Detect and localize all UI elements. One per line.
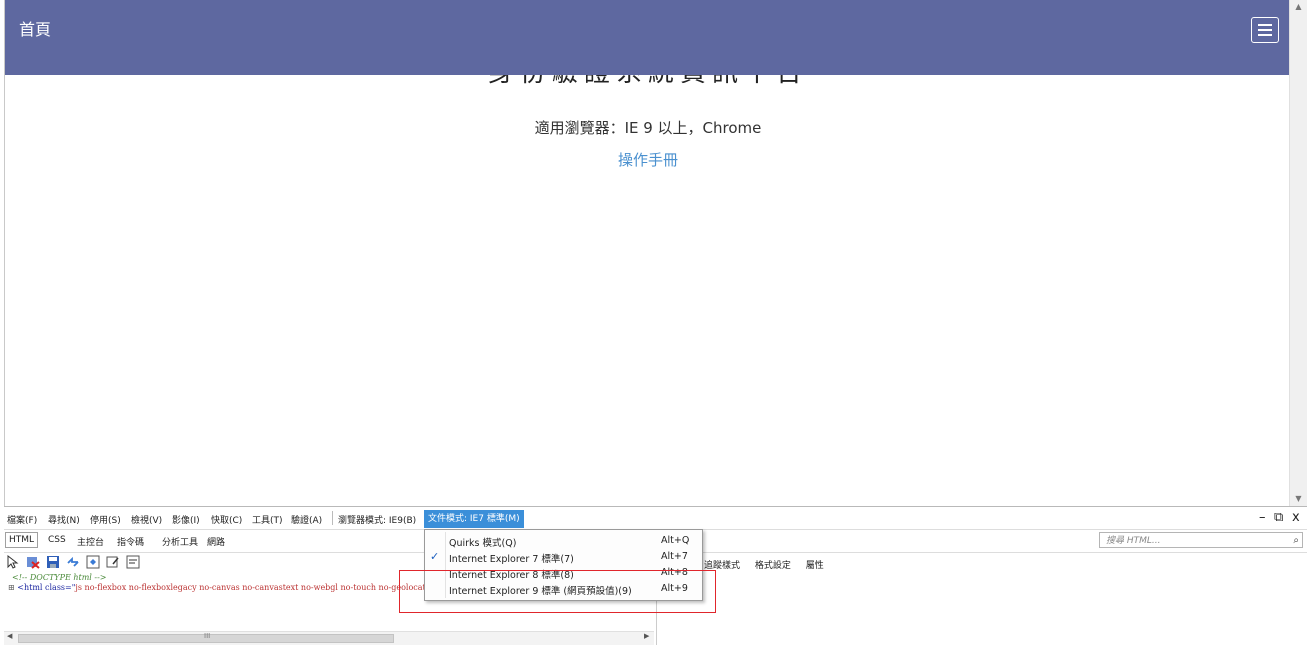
menu-separator: [332, 511, 333, 525]
hamburger-icon[interactable]: [1251, 17, 1279, 43]
menu-validate[interactable]: 驗證(A): [291, 513, 322, 526]
navbar-brand[interactable]: 首頁: [19, 16, 51, 40]
annotation-highlight-box: [399, 570, 716, 613]
supported-browsers-text: 適用瀏覽器：IE 9 以上，Chrome: [534, 119, 762, 137]
scroll-down-arrow-icon[interactable]: ▼: [1290, 492, 1307, 506]
menu-disable[interactable]: 停用(S): [90, 513, 121, 526]
tab-profiler[interactable]: 分析工具: [162, 535, 198, 548]
tab-attributes[interactable]: 屬性: [806, 561, 824, 571]
select-element-icon[interactable]: [6, 555, 20, 569]
save-icon[interactable]: [46, 555, 60, 569]
scroll-grip-icon: III: [204, 632, 211, 640]
devtools-toolbar: [4, 552, 424, 572]
expand-icon[interactable]: ⊞: [8, 583, 15, 592]
tree-horizontal-scrollbar[interactable]: ◀ III ▶: [4, 631, 654, 645]
menu-tools[interactable]: 工具(T): [252, 513, 283, 526]
dom-node-icon[interactable]: [86, 555, 100, 569]
tab-console[interactable]: 主控台: [77, 535, 104, 548]
restore-icon[interactable]: ⧉: [1274, 510, 1283, 525]
tab-layout[interactable]: 格式設定: [755, 561, 791, 571]
close-icon[interactable]: x: [1292, 510, 1300, 525]
tab-html[interactable]: HTML: [5, 532, 39, 548]
menu-document-mode[interactable]: 文件模式: IE7 標準(M): [424, 510, 524, 528]
refresh-icon[interactable]: [66, 555, 80, 569]
menu-file[interactable]: 檔案(F): [7, 513, 37, 526]
menu-browser-mode[interactable]: 瀏覽器模式: IE9(B): [338, 513, 416, 526]
devtools-menubar: 檔案(F) 尋找(N) 停用(S) 檢視(V) 影像(I) 快取(C) 工具(T…: [4, 507, 1307, 529]
menu-images[interactable]: 影像(I): [172, 513, 200, 526]
tab-network[interactable]: 網路: [207, 535, 225, 548]
menu-view[interactable]: 檢視(V): [131, 513, 162, 526]
manual-link[interactable]: 操作手冊: [5, 149, 1291, 170]
search-icon[interactable]: ⌕: [1293, 533, 1299, 549]
clear-outline-icon[interactable]: [26, 555, 40, 569]
menu-item-ie7[interactable]: ✓ Internet Explorer 7 標準(7) Alt+7: [425, 549, 702, 565]
scroll-left-arrow-icon[interactable]: ◀: [7, 632, 12, 640]
style-tabs: 追蹤樣式 格式設定 屬性: [704, 558, 836, 571]
browser-page: 身份驗證系統資訊平台 首頁 適用瀏覽器：IE 9 以上，Chrome 操作手冊: [4, 0, 1291, 506]
page-vertical-scrollbar[interactable]: ▲ ▼: [1289, 0, 1307, 506]
edit-icon[interactable]: [106, 555, 120, 569]
scroll-up-arrow-icon[interactable]: ▲: [1290, 0, 1307, 14]
menu-item-quirks[interactable]: Quirks 模式(Q) Alt+Q: [425, 533, 702, 549]
tab-script[interactable]: 指令碼: [117, 535, 144, 548]
checkmark-icon: ✓: [430, 550, 440, 563]
search-html-input[interactable]: 搜尋 HTML... ⌕: [1099, 532, 1303, 548]
scroll-right-arrow-icon[interactable]: ▶: [644, 632, 649, 640]
navbar: 首頁: [5, 0, 1291, 75]
tab-css[interactable]: CSS: [48, 535, 66, 545]
word-wrap-icon[interactable]: [126, 555, 140, 569]
menu-cache[interactable]: 快取(C): [211, 513, 242, 526]
menu-find[interactable]: 尋找(N): [48, 513, 80, 526]
minimize-icon[interactable]: –: [1259, 510, 1266, 525]
